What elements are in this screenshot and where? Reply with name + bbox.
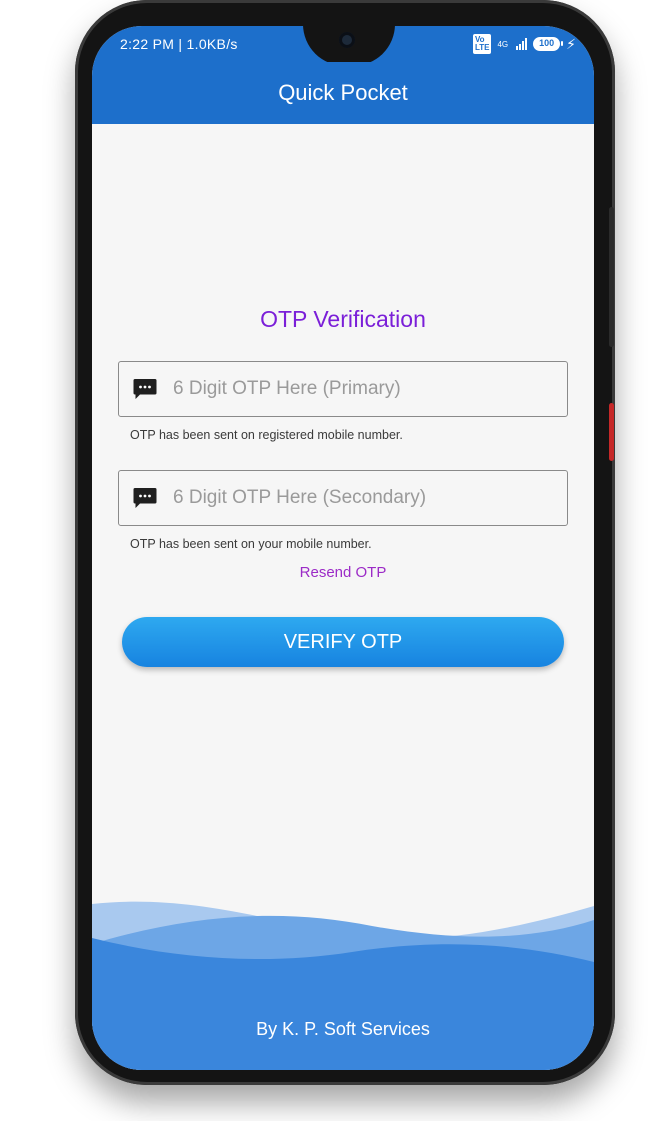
lightning-icon: ⚡︎ [566, 35, 576, 52]
app-bar: Quick Pocket [92, 62, 594, 124]
volume-button [609, 207, 614, 347]
phone-screen: 2:22 PM | 1.0KB/s Vo LTE 4G 100 ⚡︎ Quick … [92, 26, 594, 1070]
power-button [609, 403, 614, 461]
secondary-otp-input[interactable] [173, 487, 533, 509]
signal-icon [516, 38, 528, 50]
device-frame: 2:22 PM | 1.0KB/s Vo LTE 4G 100 ⚡︎ Quick … [0, 0, 654, 1121]
primary-otp-hint: OTP has been sent on registered mobile n… [130, 428, 403, 442]
front-camera [339, 32, 355, 48]
page-title: OTP Verification [260, 306, 426, 332]
status-time: 2:22 PM | 1.0KB/s [120, 36, 238, 52]
message-icon [133, 487, 157, 509]
secondary-otp-field[interactable] [118, 470, 568, 526]
footer-credit: By K. P. Soft Services [256, 1019, 430, 1039]
app-title: Quick Pocket [278, 80, 408, 105]
primary-otp-field[interactable] [118, 361, 568, 417]
primary-otp-input[interactable] [173, 378, 533, 400]
status-icons: Vo LTE 4G 100 ⚡︎ [472, 34, 576, 54]
message-icon [133, 378, 157, 400]
footer-wave [92, 901, 594, 1070]
network-type: 4G [497, 39, 509, 49]
verify-otp-button[interactable]: VERIFY OTP [122, 617, 564, 667]
battery-icon: 100 [533, 37, 564, 51]
volte-icon: Vo LTE [472, 34, 492, 54]
secondary-otp-hint: OTP has been sent on your mobile number. [130, 537, 372, 551]
resend-otp-link[interactable]: Resend OTP [92, 564, 594, 581]
